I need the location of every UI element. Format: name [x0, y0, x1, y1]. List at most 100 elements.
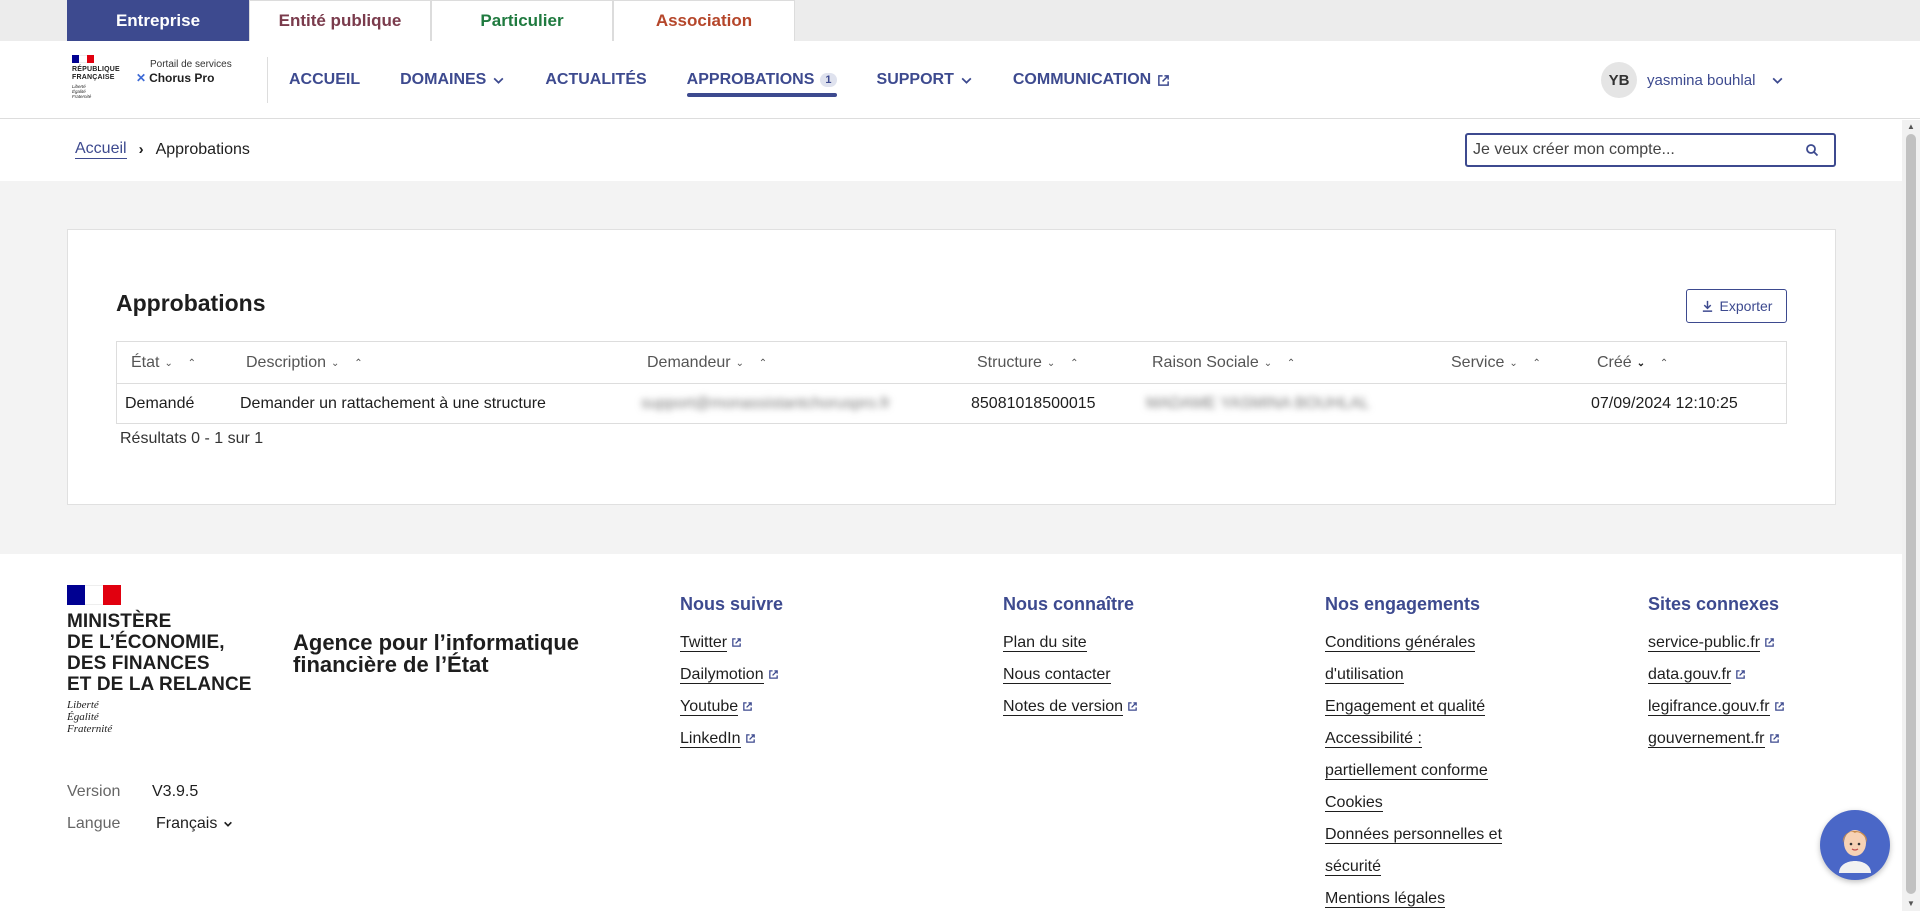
- chevron-down-icon: [224, 821, 233, 827]
- footer-link-service-public[interactable]: service-public.fr: [1648, 627, 1785, 659]
- footer-link-label: service-public.fr: [1648, 634, 1761, 652]
- footer-link-cgu[interactable]: Conditions générales: [1325, 627, 1502, 659]
- col-description-label: Description: [246, 354, 327, 371]
- footer-link-label: Engagement et qualité: [1325, 698, 1486, 716]
- tab-entreprise[interactable]: Entreprise: [67, 0, 249, 41]
- footer-link-dailymotion[interactable]: Dailymotion: [680, 659, 783, 691]
- footer-link-label: LinkedIn: [680, 730, 741, 748]
- republic-line2: FRANÇAISE: [72, 74, 115, 81]
- version-label: Version: [67, 783, 121, 800]
- nav-domaines[interactable]: DOMAINES: [400, 41, 505, 119]
- footer-link-gouvernement[interactable]: gouvernement.fr: [1648, 723, 1785, 755]
- search-icon[interactable]: [1805, 143, 1819, 157]
- footer-link-label: legifrance.gouv.fr: [1648, 698, 1770, 716]
- external-link-icon: [1736, 670, 1746, 680]
- col-structure[interactable]: Structure ⌄ ⌃: [977, 342, 1084, 384]
- cell-etat: Demandé: [125, 394, 195, 412]
- flag-icon: [72, 55, 94, 63]
- footer-link-plan-du-site[interactable]: Plan du site: [1003, 627, 1138, 659]
- user-name: yasmina bouhlal: [1647, 71, 1756, 89]
- footer-link-engagement-qualite[interactable]: Engagement et qualité: [1325, 691, 1502, 723]
- footer-link-donnees-personnelles[interactable]: Données personnelles et: [1325, 819, 1503, 851]
- language-select[interactable]: Français: [156, 815, 233, 833]
- sort-icon: ⌄ ⌃: [1509, 357, 1547, 369]
- product-name: ✕ Chorus Pro: [136, 71, 214, 85]
- export-button[interactable]: Exporter: [1686, 289, 1787, 323]
- col-etat[interactable]: État ⌄ ⌃: [131, 342, 202, 384]
- footer-link-cookies[interactable]: Cookies: [1325, 787, 1502, 819]
- footer-link-data-gouv[interactable]: data.gouv.fr: [1648, 659, 1785, 691]
- search-input[interactable]: [1467, 141, 1797, 159]
- tab-association[interactable]: Association: [613, 0, 795, 41]
- footer-link-nous-contacter[interactable]: Nous contacter: [1003, 659, 1138, 691]
- nav-accueil[interactable]: ACCUEIL: [289, 41, 360, 119]
- ministry-line: ET DE LA RELANCE: [67, 674, 252, 695]
- nav-approbations-label: APPROBATIONS: [686, 71, 815, 88]
- nav-support[interactable]: SUPPORT: [877, 41, 973, 119]
- footer-link-twitter[interactable]: Twitter: [680, 627, 783, 659]
- footer-link-label: Notes de version: [1003, 698, 1124, 716]
- table-row[interactable]: Demandé Demander un rattachement à une s…: [117, 384, 1786, 423]
- chat-assistant-button[interactable]: [1820, 810, 1890, 880]
- sort-icon: ⌄ ⌃: [331, 357, 369, 369]
- nav-support-label: SUPPORT: [876, 71, 954, 88]
- sort-icon: ⌄ ⌃: [735, 357, 774, 369]
- export-label: Exporter: [1719, 298, 1773, 314]
- scroll-up-icon[interactable]: ▲: [1907, 122, 1915, 131]
- col-raison-sociale[interactable]: Raison Sociale ⌄ ⌃: [1152, 342, 1301, 384]
- footer-link-linkedin[interactable]: LinkedIn: [680, 723, 783, 755]
- footer-link-label: partiellement conforme: [1325, 762, 1488, 780]
- sort-icon: ⌄ ⌃: [1263, 357, 1302, 369]
- footer-link-label: Youtube: [680, 698, 739, 716]
- external-link-icon: [745, 734, 755, 744]
- footer-link-youtube[interactable]: Youtube: [680, 691, 783, 723]
- scroll-down-icon[interactable]: ▼: [1907, 899, 1915, 908]
- page-scrollbar[interactable]: ▲ ▼: [1902, 120, 1920, 911]
- nav-domaines-label: DOMAINES: [400, 71, 487, 88]
- avatar: YB: [1601, 62, 1637, 98]
- external-link-icon: [1765, 638, 1774, 648]
- nav-communication[interactable]: COMMUNICATION: [1013, 41, 1170, 119]
- nav-approbations[interactable]: APPROBATIONS 1: [686, 41, 837, 119]
- footer-link-label: sécurité: [1325, 858, 1382, 876]
- footer-link-label: Accessibilité :: [1325, 730, 1422, 748]
- results-count: Résultats 0 - 1 sur 1: [120, 430, 264, 447]
- header-divider: [267, 57, 268, 103]
- download-icon: [1702, 300, 1712, 312]
- footer-link-accessibilite-cont[interactable]: partiellement conforme: [1325, 755, 1502, 787]
- tab-entite-publique[interactable]: Entité publique: [249, 0, 431, 41]
- product-name-text: Chorus Pro: [149, 71, 215, 85]
- audience-tabs: Entreprise Entité publique Particulier A…: [67, 0, 795, 41]
- sort-icon: ⌄ ⌃: [1636, 357, 1675, 369]
- cell-description: Demander un rattachement à une structure: [240, 394, 546, 412]
- footer-link-label: Nous contacter: [1003, 666, 1111, 684]
- col-cree[interactable]: Créé ⌄ ⌃: [1597, 342, 1674, 384]
- breadcrumb-home[interactable]: Accueil: [75, 140, 127, 159]
- ministry-line: DES FINANCES: [67, 653, 210, 674]
- chorus-pro-logo[interactable]: RÉPUBLIQUE FRANÇAISE Liberté Égalité Fra…: [72, 55, 232, 105]
- footer-link-notes-de-version[interactable]: Notes de version: [1003, 691, 1138, 723]
- footer-link-mentions-legales[interactable]: Mentions légales: [1325, 883, 1502, 911]
- footer-link-legifrance[interactable]: legifrance.gouv.fr: [1648, 691, 1785, 723]
- col-service[interactable]: Service ⌄ ⌃: [1451, 342, 1547, 384]
- scroll-thumb[interactable]: [1906, 134, 1916, 894]
- footer-link-securite[interactable]: sécurité: [1325, 851, 1502, 883]
- col-raison-sociale-label: Raison Sociale: [1152, 354, 1259, 371]
- footer-link-accessibilite[interactable]: Accessibilité :: [1325, 723, 1502, 755]
- footer-col-title: Nous suivre: [680, 594, 784, 614]
- external-link-icon: [1769, 734, 1779, 744]
- col-demandeur-label: Demandeur: [647, 354, 731, 371]
- sort-icon: ⌄ ⌃: [1046, 357, 1085, 369]
- user-menu[interactable]: YB yasmina bouhlal: [1601, 62, 1784, 98]
- tab-particulier[interactable]: Particulier: [431, 0, 613, 41]
- main-area: Approbations Exporter État ⌄ ⌃ Descriptio…: [0, 181, 1902, 554]
- chorus-star-icon: ✕: [136, 71, 147, 85]
- footer-link-cgu-cont[interactable]: d'utilisation: [1325, 659, 1502, 691]
- col-description[interactable]: Description ⌄ ⌃: [246, 342, 369, 384]
- nav-actualites[interactable]: ACTUALITÉS: [545, 41, 646, 119]
- nav-accueil-label: ACCUEIL: [289, 71, 361, 88]
- flag-icon: [67, 585, 121, 605]
- col-demandeur[interactable]: Demandeur ⌄ ⌃: [647, 342, 773, 384]
- footer-link-label: Dailymotion: [680, 666, 764, 684]
- republic-line1: RÉPUBLIQUE: [72, 66, 120, 73]
